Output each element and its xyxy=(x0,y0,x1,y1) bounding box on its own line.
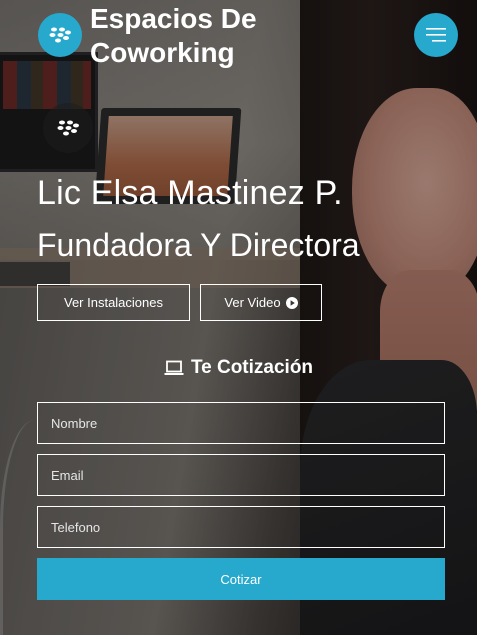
blackberry-icon xyxy=(49,27,71,43)
ver-video-button[interactable]: Ver Video xyxy=(200,284,322,321)
quote-form-title: Te Cotización xyxy=(0,357,477,379)
nombre-field[interactable] xyxy=(37,402,445,444)
cotizar-button[interactable]: Cotizar xyxy=(37,558,445,600)
brand-logo[interactable] xyxy=(38,13,82,57)
hamburger-menu-icon xyxy=(426,28,446,42)
email-field[interactable] xyxy=(37,454,445,496)
blackberry-badge xyxy=(43,103,93,153)
blackberry-icon xyxy=(57,120,79,136)
ver-instalaciones-button[interactable]: Ver Instalaciones xyxy=(37,284,190,321)
telefono-field[interactable] xyxy=(37,506,445,548)
hero-section: Espacios De Coworking Lic Elsa Mastinez … xyxy=(0,0,477,635)
ver-video-label: Ver Video xyxy=(224,295,281,310)
menu-button[interactable] xyxy=(414,13,458,57)
person-role: Fundadora Y Directora xyxy=(37,227,360,263)
quote-title-text: Te Cotización xyxy=(190,357,314,378)
play-circle-icon xyxy=(285,296,298,309)
ver-instalaciones-label: Ver Instalaciones xyxy=(63,295,163,310)
laptop-icon xyxy=(164,360,184,375)
person-name: Lic Elsa Mastinez P. xyxy=(37,174,343,212)
brand-title[interactable]: Espacios De Coworking xyxy=(90,2,310,70)
